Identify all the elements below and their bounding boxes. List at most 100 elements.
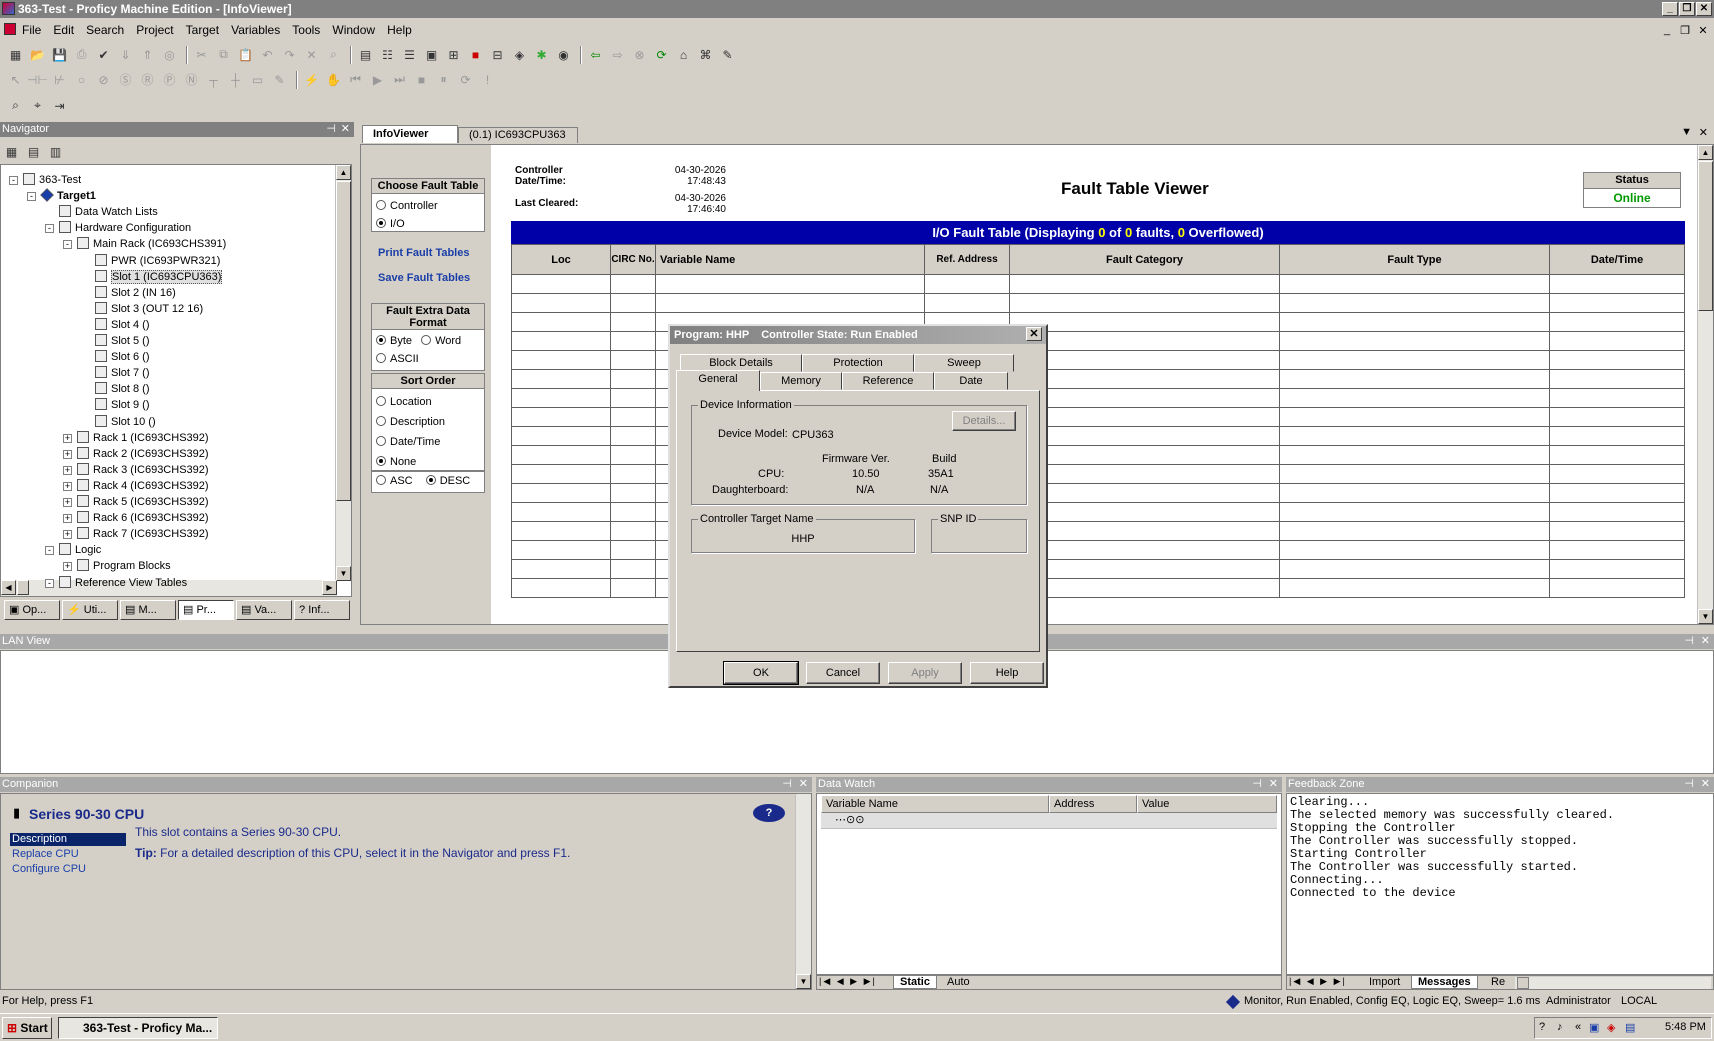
dw-pin-icon[interactable]: ⊣	[1252, 777, 1262, 792]
desc-radio[interactable]: DESC	[425, 475, 470, 487]
col-variable-name[interactable]: Variable Name	[655, 244, 925, 275]
scroll-left-icon[interactable]: ◀	[1, 580, 16, 595]
select-icon[interactable]: ↖	[6, 71, 25, 89]
inspector-icon[interactable]: ☷	[378, 46, 397, 64]
word-radio[interactable]: Word	[421, 335, 461, 347]
tree-node[interactable]: Logic	[59, 543, 101, 558]
mdi-minimize-button[interactable]: _	[1660, 24, 1674, 36]
tree-node[interactable]: Rack 1 (IC693CHS392)	[77, 430, 209, 446]
dlg-tab-memory[interactable]: Memory	[760, 372, 842, 390]
tab-manuals[interactable]: ▤ M...	[120, 600, 176, 620]
upload-icon[interactable]: ⇑	[138, 46, 157, 64]
companion-icon[interactable]: ◈	[510, 46, 529, 64]
expand-icon[interactable]: +	[63, 562, 72, 572]
tree-node[interactable]: 363-Test	[23, 173, 81, 188]
col-fault-type[interactable]: Fault Type	[1279, 244, 1550, 275]
tree-node[interactable]: Slot 4 ()	[95, 317, 150, 333]
coil-set-icon[interactable]: Ⓢ	[116, 71, 135, 89]
col-circ[interactable]: CIRC No.	[610, 244, 656, 275]
col-datetime[interactable]: Date/Time	[1549, 244, 1685, 275]
scroll-down-icon[interactable]: ▼	[336, 566, 351, 581]
cut-icon[interactable]: ✂	[192, 46, 211, 64]
tree-node[interactable]: Program Blocks	[77, 559, 171, 574]
lan-icon[interactable]: ⊟	[488, 46, 507, 64]
fb-pin-icon[interactable]: ⊣	[1684, 777, 1694, 792]
copy-icon[interactable]: ⧉	[214, 46, 233, 64]
collapse-icon[interactable]: -	[9, 176, 18, 185]
menu-edit[interactable]: Edit	[53, 23, 74, 37]
collapse-icon[interactable]: -	[45, 224, 54, 234]
companion-close-icon[interactable]: ✕	[799, 777, 808, 792]
mdi-close-button[interactable]: ✕	[1696, 24, 1710, 37]
dlg-tab-sweep[interactable]: Sweep	[914, 354, 1014, 372]
menu-help[interactable]: Help	[387, 23, 412, 37]
cancel-button[interactable]: Cancel	[806, 662, 880, 684]
sort-none-radio[interactable]: None	[376, 452, 480, 472]
pin-icon[interactable]: ⊣	[326, 122, 336, 137]
fb-tab-import[interactable]: Import	[1363, 976, 1406, 988]
undo-icon[interactable]: ↶	[258, 46, 277, 64]
navigator-vscroll[interactable]: ▲ ▼	[335, 165, 351, 581]
collapse-icon[interactable]: -	[63, 240, 72, 250]
save-icon[interactable]: 💾	[50, 46, 69, 64]
delete-icon[interactable]: ✕	[302, 46, 321, 64]
home-icon[interactable]: ⌂	[674, 46, 693, 64]
dlg-tab-general[interactable]: General	[676, 370, 760, 391]
menu-search[interactable]: Search	[86, 23, 124, 37]
tree-node[interactable]: Slot 10 ()	[95, 414, 156, 430]
dw-new-row[interactable]: ⋯⊙⊙	[821, 813, 1277, 829]
download-icon[interactable]: ⇓	[116, 46, 135, 64]
dw-col-variable[interactable]: Variable Name	[821, 795, 1049, 813]
tree-node[interactable]: Rack 2 (IC693CHS392)	[77, 446, 209, 462]
editor-menu-icon[interactable]: ▼	[1681, 126, 1692, 138]
tray-expand-icon[interactable]: «	[1575, 1021, 1581, 1033]
block-icon[interactable]: ▭	[248, 71, 267, 89]
dw-nav-icons[interactable]: |◀ ◀ ▶ ▶|	[819, 976, 877, 987]
tray-app-icon[interactable]: ▤	[1625, 1021, 1635, 1034]
companion-vscroll[interactable]: ▼	[795, 794, 811, 989]
tree-node[interactable]: Slot 2 (IN 16)	[95, 285, 176, 301]
fb-tab-messages[interactable]: Messages	[1411, 976, 1478, 989]
expand-icon[interactable]: +	[63, 514, 72, 524]
contact-nc-icon[interactable]: ⊬	[50, 71, 69, 89]
tab-utilities[interactable]: ⚡ Uti...	[62, 600, 118, 620]
toolchest-icon[interactable]: ▣	[422, 46, 441, 64]
list-view-icon[interactable]: ▦	[2, 143, 21, 161]
collapse-icon[interactable]: -	[45, 546, 54, 556]
start-button[interactable]: ⊞ Start	[2, 1017, 52, 1039]
help-icon[interactable]: ?	[753, 804, 785, 822]
dialog-close-button[interactable]: ✕	[1026, 327, 1042, 341]
vwire-icon[interactable]: ┼	[226, 71, 245, 89]
col-fault-category[interactable]: Fault Category	[1009, 244, 1280, 275]
companion-scroll-down-icon[interactable]: ▼	[796, 974, 811, 989]
coil-icon[interactable]: ○	[72, 71, 91, 89]
binoculars-icon[interactable]: ⌕	[6, 97, 25, 115]
col-ref-address[interactable]: Ref. Address	[924, 244, 1010, 275]
coil-pos-icon[interactable]: Ⓟ	[160, 71, 179, 89]
dw-col-address[interactable]: Address	[1049, 795, 1137, 813]
tray-volume-icon[interactable]: ♪	[1557, 1021, 1563, 1033]
collapse-icon[interactable]: -	[27, 192, 36, 202]
dlg-tab-reference[interactable]: Reference	[842, 372, 934, 390]
tray-security-icon[interactable]: ◈	[1607, 1021, 1615, 1034]
dw-add-variable-icon[interactable]: ⋯⊙⊙	[835, 813, 864, 826]
first-icon[interactable]: ⏮	[346, 71, 365, 89]
tree-node[interactable]: Slot 1 (IC693CPU363)	[95, 269, 223, 285]
apply-button[interactable]: Apply	[888, 662, 962, 684]
expand-icon[interactable]: +	[63, 530, 72, 540]
cycle-icon[interactable]: ⟳	[456, 71, 475, 89]
tree-node[interactable]: PWR (IC693PWR321)	[95, 253, 220, 269]
paste-icon[interactable]: 📋	[236, 46, 255, 64]
companion-link-description[interactable]: Description	[10, 833, 126, 846]
tree-node[interactable]: Rack 3 (IC693CHS392)	[77, 462, 209, 478]
restore-button[interactable]: ❐	[1679, 2, 1695, 16]
dw-col-value[interactable]: Value	[1137, 795, 1277, 813]
contact-no-icon[interactable]: ⊣⊢	[27, 71, 48, 89]
col-loc[interactable]: Loc	[511, 244, 611, 275]
menu-window[interactable]: Window	[332, 23, 375, 37]
fb-hscroll[interactable]	[1515, 977, 1711, 989]
datawatch-icon[interactable]: ◉	[554, 46, 573, 64]
infoviewer-vscroll[interactable]: ▲ ▼	[1697, 145, 1713, 624]
scroll-right-icon[interactable]: ▶	[322, 580, 337, 595]
ascii-radio[interactable]: ASCII	[376, 350, 480, 368]
